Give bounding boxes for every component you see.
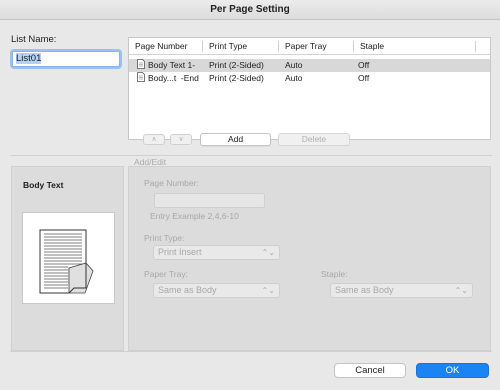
column-separator xyxy=(475,41,476,52)
column-header-print-type[interactable]: Print Type xyxy=(203,38,278,55)
add-edit-panel: Page Number: Entry Example 2,4,6-10 Prin… xyxy=(128,166,491,351)
row-staple: Off xyxy=(358,73,370,83)
list-name-value: List01 xyxy=(16,53,42,64)
column-header-paper-tray[interactable]: Paper Tray xyxy=(279,38,354,55)
chevron-updown-icon: ⌃⌄ xyxy=(454,286,468,295)
row-paper-tray: Auto xyxy=(285,60,303,70)
staple-label: Staple: xyxy=(321,269,348,279)
page-settings-table: Page Number Print Type Paper Tray Staple… xyxy=(128,37,491,140)
column-header-page-number[interactable]: Page Number xyxy=(129,38,201,55)
print-type-label: Print Type: xyxy=(144,233,185,243)
paper-tray-popup[interactable]: Same as Body ⌃⌄ xyxy=(153,283,280,298)
table-row[interactable]: Body...t -End Print (2-Sided) Auto Off xyxy=(129,72,490,85)
chevron-updown-icon: ⌃⌄ xyxy=(261,248,275,257)
cancel-button[interactable]: Cancel xyxy=(334,363,406,378)
chevron-updown-icon: ⌃⌄ xyxy=(261,286,275,295)
footer-divider xyxy=(10,351,492,352)
staple-popup[interactable]: Same as Body ⌃⌄ xyxy=(330,283,473,298)
page-preview xyxy=(22,212,115,304)
print-type-popup[interactable]: Print Insert ⌃⌄ xyxy=(153,245,280,260)
row-page-number: Body Text 1- xyxy=(148,60,196,70)
list-name-label: List Name: xyxy=(11,34,57,45)
table-row[interactable]: Body Text 1- Print (2-Sided) Auto Off xyxy=(129,59,490,72)
row-staple: Off xyxy=(358,60,370,70)
paper-tray-value: Same as Body xyxy=(158,285,217,295)
document-icon xyxy=(137,59,145,69)
page-number-input[interactable] xyxy=(154,193,265,208)
paper-tray-label: Paper Tray: xyxy=(144,269,188,279)
entry-example-text: Entry Example 2,4,6-10 xyxy=(150,211,239,221)
delete-button[interactable]: Delete xyxy=(278,133,350,146)
row-page-number: Body...t -End xyxy=(148,73,199,83)
row-page-number-cell: Body...t -End xyxy=(137,72,203,85)
page-number-label: Page Number: xyxy=(144,178,199,188)
move-up-button[interactable]: ∧ xyxy=(143,134,165,145)
row-print-type: Print (2-Sided) xyxy=(209,73,264,83)
table-header: Page Number Print Type Paper Tray Staple xyxy=(129,38,490,55)
print-type-value: Print Insert xyxy=(158,247,202,257)
staple-value: Same as Body xyxy=(335,285,394,295)
add-button[interactable]: Add xyxy=(200,133,271,146)
preview-panel: Body Text xyxy=(11,166,124,351)
row-print-type: Print (2-Sided) xyxy=(209,60,264,70)
window-title: Per Page Setting xyxy=(0,0,500,20)
ok-button[interactable]: OK xyxy=(416,363,489,378)
body-page-preview-icon xyxy=(39,229,94,294)
body-text-label: Body Text xyxy=(23,180,64,190)
row-paper-tray: Auto xyxy=(285,73,303,83)
document-icon xyxy=(137,72,145,82)
row-page-number-cell: Body Text 1- xyxy=(137,59,203,72)
list-name-input[interactable]: List01 xyxy=(12,51,120,67)
column-header-staple[interactable]: Staple xyxy=(354,38,474,55)
section-divider xyxy=(10,155,492,156)
move-down-button[interactable]: ∨ xyxy=(170,134,192,145)
